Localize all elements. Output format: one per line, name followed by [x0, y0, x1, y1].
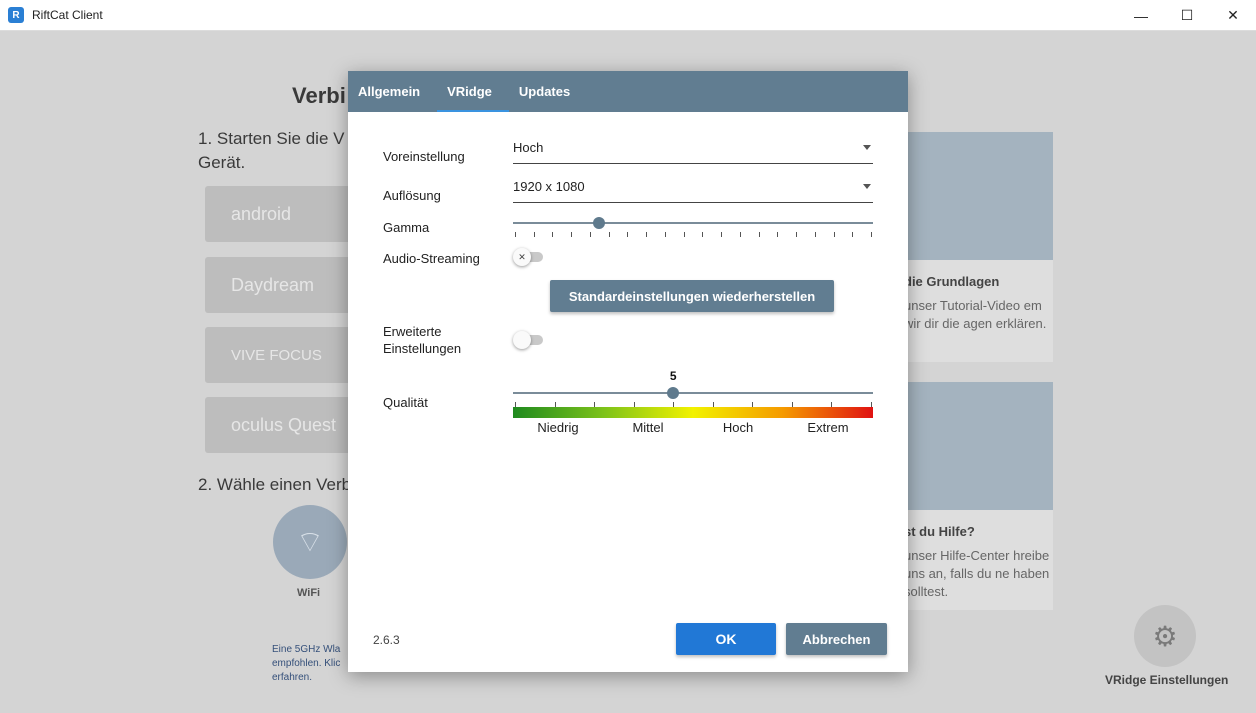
window-title: RiftCat Client — [32, 8, 103, 22]
quality-value: 5 — [669, 369, 677, 383]
bg-device-vive-focus[interactable]: VIVE FOCUS — [205, 327, 355, 383]
preset-value: Hoch — [513, 140, 544, 155]
riftcat-logo-icon: R — [8, 7, 24, 23]
slider-tick — [739, 232, 741, 237]
gear-icon[interactable]: ⚙ — [1134, 605, 1196, 667]
advanced-label-line2: Einstellungen — [383, 341, 462, 356]
slider-tick — [702, 232, 704, 237]
toggle-knob — [513, 331, 531, 349]
wifi-icon[interactable]: ⌔ — [273, 505, 347, 579]
bg-wifi-label: WiFi — [297, 587, 321, 599]
slider-tick — [515, 232, 516, 237]
reset-defaults-button[interactable]: Standardeinstellungen wiederherstellen — [550, 280, 834, 312]
tab-allgemein[interactable]: Allgemein — [348, 71, 437, 112]
quality-gradient-bar — [513, 407, 873, 418]
slider-tick — [683, 232, 685, 237]
quality-slider[interactable] — [513, 387, 873, 399]
ok-button[interactable]: OK — [676, 623, 776, 655]
bg-gear-label: VRidge Einstellungen — [1105, 673, 1229, 687]
resolution-value: 1920 x 1080 — [513, 179, 585, 194]
bg-device-android[interactable]: android — [205, 186, 355, 242]
quality-level-hoch: Hoch — [722, 420, 754, 435]
quality-level-niedrig: Niedrig — [537, 420, 579, 435]
chevron-down-icon — [863, 145, 871, 150]
slider-tick — [758, 232, 760, 237]
gamma-ticks — [513, 232, 873, 238]
resolution-label: Auflösung — [383, 188, 441, 203]
slider-tick — [571, 232, 573, 237]
bg-device-oculus-quest[interactable]: oculus Quest — [205, 397, 355, 453]
quality-slider-thumb[interactable] — [667, 387, 680, 399]
tab-bar: Allgemein VRidge Updates — [348, 71, 908, 112]
audio-streaming-toggle[interactable]: ✕ — [513, 247, 545, 267]
quality-level-mittel: Mittel — [632, 420, 664, 435]
bg-heading: Verbi — [292, 83, 346, 108]
slider-tick — [646, 232, 648, 237]
advanced-settings-label: Erweiterte Einstellungen — [383, 323, 461, 357]
title-bar: R RiftCat Client — ☐ ✕ — [0, 0, 1256, 31]
advanced-settings-toggle[interactable] — [513, 330, 545, 350]
bg-step1: 1. Starten Sie die V Gerät. — [198, 129, 345, 172]
slider-tick — [608, 232, 610, 237]
slider-tick — [589, 232, 591, 237]
preset-select[interactable]: Hoch — [513, 138, 873, 164]
tab-updates[interactable]: Updates — [509, 71, 587, 112]
version-label: 2.6.3 — [373, 633, 400, 647]
advanced-label-line1: Erweiterte — [383, 324, 442, 339]
slider-tick — [796, 232, 798, 237]
slider-tick — [833, 232, 835, 237]
slider-tick — [852, 232, 854, 237]
slider-tick — [627, 232, 629, 237]
slider-tick — [533, 232, 535, 237]
preset-label: Voreinstellung — [383, 149, 465, 164]
settings-dialog: Allgemein VRidge Updates Voreinstellung … — [348, 71, 908, 672]
tab-vridge[interactable]: VRidge — [437, 71, 509, 112]
maximize-button[interactable]: ☐ — [1164, 0, 1210, 31]
bg-note: Eine 5GHz Wla empfohlen. Klic erfahren. — [272, 644, 341, 683]
resolution-select[interactable]: 1920 x 1080 — [513, 177, 873, 203]
audio-streaming-label: Audio-Streaming — [383, 251, 480, 266]
slider-tick — [721, 232, 723, 237]
gamma-slider[interactable] — [513, 217, 873, 229]
bg-device-daydream[interactable]: Daydream — [205, 257, 355, 313]
slider-tick — [871, 232, 872, 237]
quality-level-extrem: Extrem — [807, 420, 849, 435]
gamma-slider-thumb[interactable] — [593, 217, 606, 229]
slider-tick — [664, 232, 666, 237]
bg-step2: 2. Wähle einen Verb — [198, 475, 352, 494]
slider-tick — [777, 232, 779, 237]
minimize-button[interactable]: — — [1118, 0, 1164, 31]
window-controls: — ☐ ✕ — [1118, 0, 1256, 31]
quality-label: Qualität — [383, 395, 428, 410]
audio-off-icon: ✕ — [513, 248, 531, 266]
chevron-down-icon — [863, 184, 871, 189]
slider-tick — [814, 232, 816, 237]
slider-tick — [552, 232, 554, 237]
cancel-button[interactable]: Abbrechen — [786, 623, 887, 655]
close-button[interactable]: ✕ — [1210, 0, 1256, 31]
gamma-label: Gamma — [383, 220, 430, 235]
